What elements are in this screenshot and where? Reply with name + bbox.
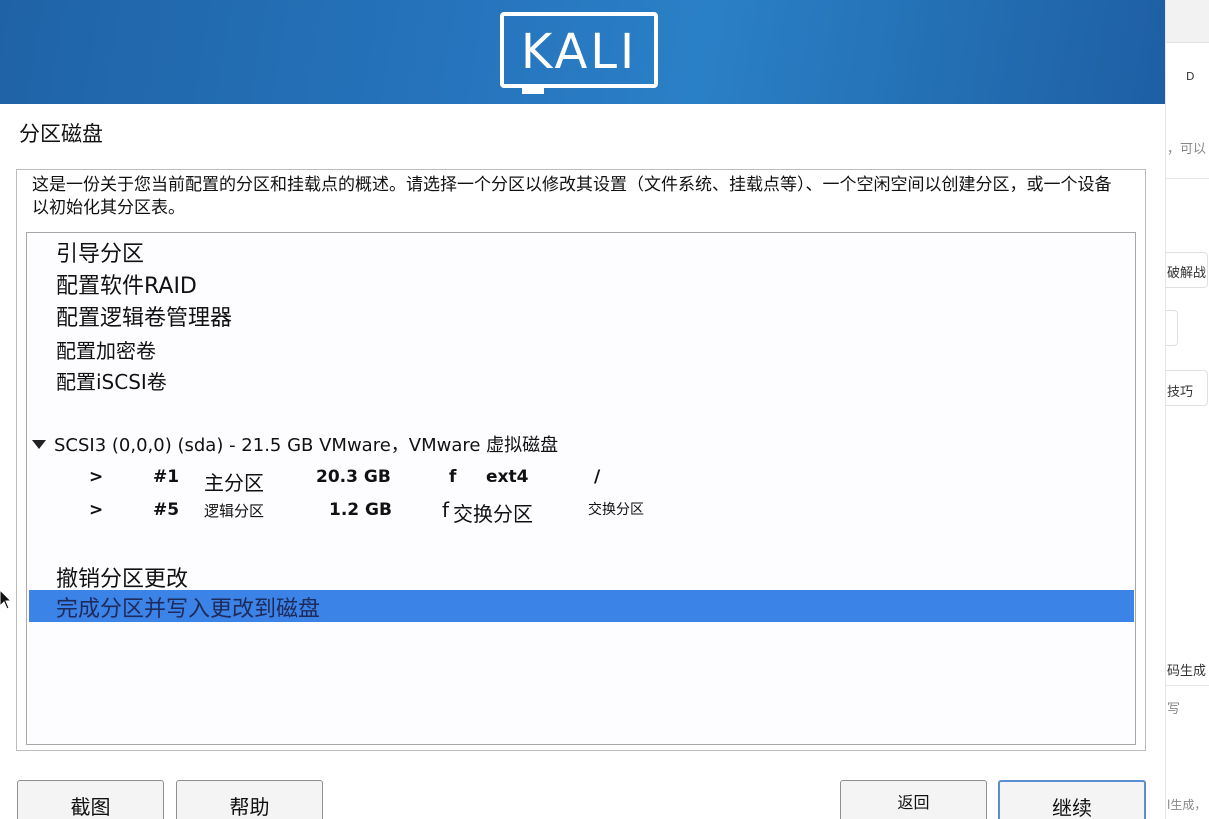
partition-5-number[interactable]: #5	[153, 500, 179, 520]
side-text-4: 技巧	[1167, 385, 1194, 400]
side-text-3: 破解战	[1167, 266, 1207, 281]
partition-5-expand-icon[interactable]: >	[89, 500, 103, 520]
partition-5-flag[interactable]: f	[442, 498, 449, 522]
installer-window: KALI 分区磁盘 这是一份关于您当前配置的分区和挂载点的概述。请选择一个分区以…	[0, 0, 1165, 819]
menu-item-encrypted-volumes[interactable]: 配置加密卷	[56, 335, 156, 364]
page-title: 分区磁盘	[19, 122, 103, 146]
partition-1-mount[interactable]: /	[594, 467, 600, 487]
mouse-cursor-icon	[0, 590, 13, 610]
partition-5-type[interactable]: 逻辑分区	[204, 500, 264, 521]
continue-button[interactable]: 继续	[998, 780, 1146, 819]
disk-row[interactable]: SCSI3 (0,0,0) (sda) - 21.5 GB VMware，VMw…	[32, 431, 558, 457]
description-text: 这是一份关于您当前配置的分区和挂载点的概述。请选择一个分区以修改其设置（文件系统…	[32, 175, 1112, 218]
kali-logo: KALI	[500, 12, 658, 94]
partition-1-type[interactable]: 主分区	[204, 467, 264, 496]
undo-changes-item[interactable]: 撤销分区更改	[56, 561, 188, 593]
partition-5-fs[interactable]: 交换分区	[453, 498, 533, 527]
disk-label: SCSI3 (0,0,0) (sda) - 21.5 GB VMware，VMw…	[54, 435, 559, 456]
kali-banner: KALI	[0, 0, 1165, 104]
side-text-2: ，可以	[1167, 142, 1207, 157]
side-button-2[interactable]	[1166, 310, 1178, 346]
side-text-7: l生成，	[1167, 798, 1207, 812]
side-text-5: 码生成	[1167, 664, 1207, 679]
menu-item-iscsi[interactable]: 配置iSCSI卷	[56, 366, 167, 395]
menu-item-lvm[interactable]: 配置逻辑卷管理器	[56, 300, 232, 332]
back-button[interactable]: 返回	[840, 780, 987, 819]
partition-1-size[interactable]: 20.3 GB	[316, 467, 391, 487]
expand-triangle-icon[interactable]	[32, 439, 46, 449]
logo-text: KALI	[520, 24, 638, 80]
partition-5-mount[interactable]: 交换分区	[588, 499, 644, 519]
partition-1-fs[interactable]: ext4	[486, 467, 528, 487]
background-window-toolbar	[1166, 0, 1209, 43]
help-button[interactable]: 帮助	[176, 780, 323, 819]
partition-1-flag[interactable]: f	[449, 467, 456, 487]
partition-5-size[interactable]: 1.2 GB	[329, 500, 392, 520]
side-text-1: D	[1186, 70, 1195, 83]
partition-1-expand-icon[interactable]: >	[89, 467, 103, 487]
menu-item-guided-partitioning[interactable]: 引导分区	[56, 236, 144, 268]
menu-item-software-raid[interactable]: 配置软件RAID	[56, 268, 197, 300]
background-window: D ，可以 破解战 技巧 码生成 写 l生成，	[1165, 0, 1209, 819]
finish-partitioning-item[interactable]: 完成分区并写入更改到磁盘	[56, 591, 320, 623]
side-text-6: 写	[1167, 702, 1181, 717]
partition-1-number[interactable]: #1	[153, 467, 179, 487]
screenshot-button[interactable]: 截图	[17, 780, 164, 819]
